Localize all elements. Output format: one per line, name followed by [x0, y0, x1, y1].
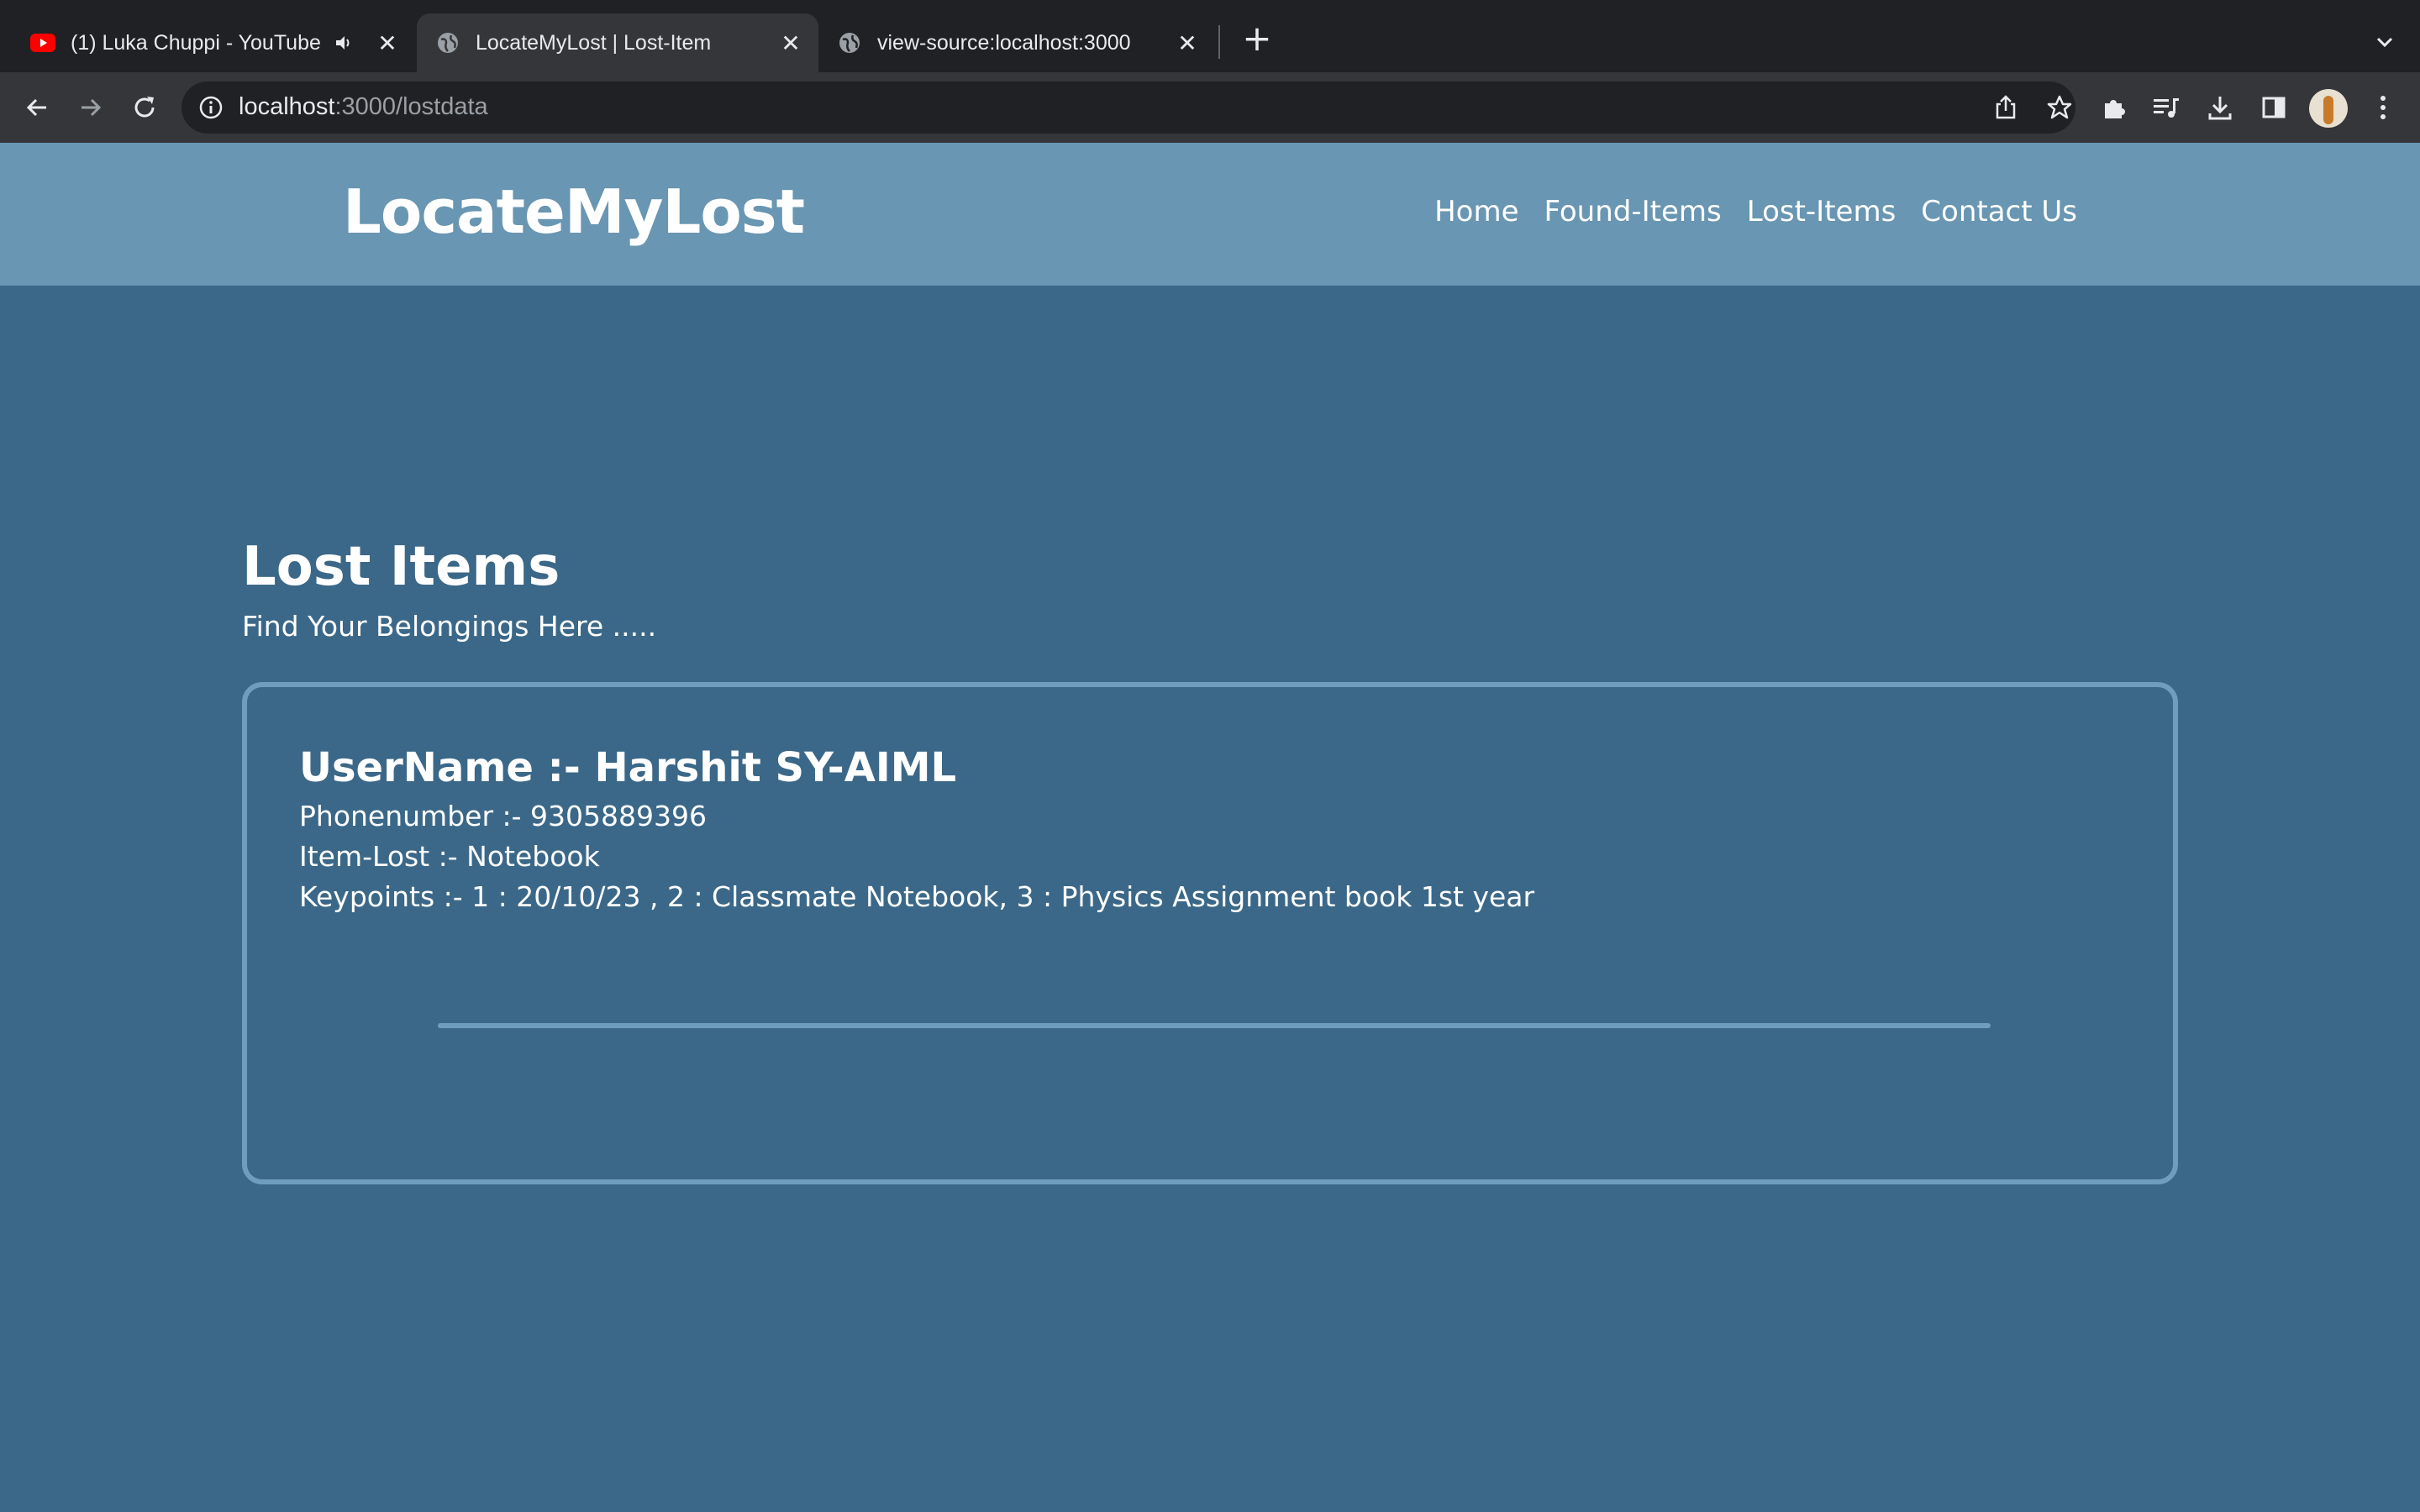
main-nav: Home Found-Items Lost-Items Contact Us — [1434, 195, 2077, 228]
close-tab-icon[interactable]: ✕ — [375, 29, 400, 57]
nav-home[interactable]: Home — [1434, 195, 1518, 228]
reload-icon[interactable] — [126, 89, 163, 126]
page-title: Lost Items — [242, 536, 560, 598]
site-info-icon[interactable] — [197, 93, 225, 122]
address-bar[interactable]: localhost:3000/lostdata — [182, 81, 2075, 134]
tab-separator — [1218, 25, 1220, 59]
site-header: LocateMyLost Home Found-Items Lost-Items… — [0, 143, 2420, 286]
item-keypoints: Keypoints :- 1 : 20/10/23 , 2 : Classmat… — [299, 880, 1535, 913]
share-icon[interactable] — [1990, 92, 2022, 123]
tab-youtube[interactable]: (1) Luka Chuppi - YouTube ✕ — [30, 13, 415, 72]
forward-arrow-icon[interactable] — [72, 89, 109, 126]
media-queue-icon[interactable] — [2148, 89, 2185, 126]
profile-avatar[interactable] — [2309, 89, 2348, 128]
close-tab-icon[interactable]: ✕ — [1175, 29, 1200, 57]
tab-label: (1) Luka Chuppi - YouTube — [71, 30, 321, 55]
item-phone: Phonenumber :- 9305889396 — [299, 800, 707, 832]
globe-icon — [435, 30, 460, 55]
nav-found-items[interactable]: Found-Items — [1544, 195, 1722, 228]
url-text[interactable]: localhost:3000/lostdata — [239, 93, 488, 121]
youtube-icon — [30, 30, 55, 55]
globe-icon — [837, 30, 862, 55]
extensions-puzzle-icon[interactable] — [2096, 89, 2133, 126]
nav-contact-us[interactable]: Contact Us — [1921, 195, 2077, 228]
lost-item-card: UserName :- Harshit SY-AIML Phonenumber … — [242, 682, 2178, 1184]
nav-lost-items[interactable]: Lost-Items — [1747, 195, 1897, 228]
tab-locatemylost[interactable]: LocateMyLost | Lost-Item ✕ — [417, 13, 818, 72]
card-divider — [438, 1023, 1991, 1028]
kebab-menu-icon[interactable] — [2365, 89, 2402, 126]
item-username: UserName :- Harshit SY-AIML — [299, 744, 957, 791]
browser-toolbar: localhost:3000/lostdata — [0, 72, 2420, 143]
bookmark-star-icon[interactable] — [2044, 92, 2075, 123]
tab-label: view-source:localhost:3000 — [877, 30, 1131, 55]
tab-label: LocateMyLost | Lost-Item — [476, 30, 712, 55]
back-arrow-icon[interactable] — [18, 89, 55, 126]
tab-view-source[interactable]: view-source:localhost:3000 ✕ — [820, 13, 1215, 72]
tab-search-chevron-down-icon[interactable] — [2368, 25, 2402, 59]
download-icon[interactable] — [2202, 89, 2238, 126]
page-subtitle: Find Your Belongings Here ..... — [242, 610, 657, 643]
site-logo[interactable]: LocateMyLost — [343, 176, 805, 247]
new-tab-button[interactable]: + — [1240, 21, 1274, 56]
browser-tab-strip: (1) Luka Chuppi - YouTube ✕ LocateMyLost… — [0, 0, 2420, 72]
side-panel-icon[interactable] — [2255, 89, 2292, 126]
speaker-icon[interactable] — [334, 34, 355, 52]
item-lost-name: Item-Lost :- Notebook — [299, 840, 600, 873]
close-tab-icon[interactable]: ✕ — [778, 29, 803, 57]
